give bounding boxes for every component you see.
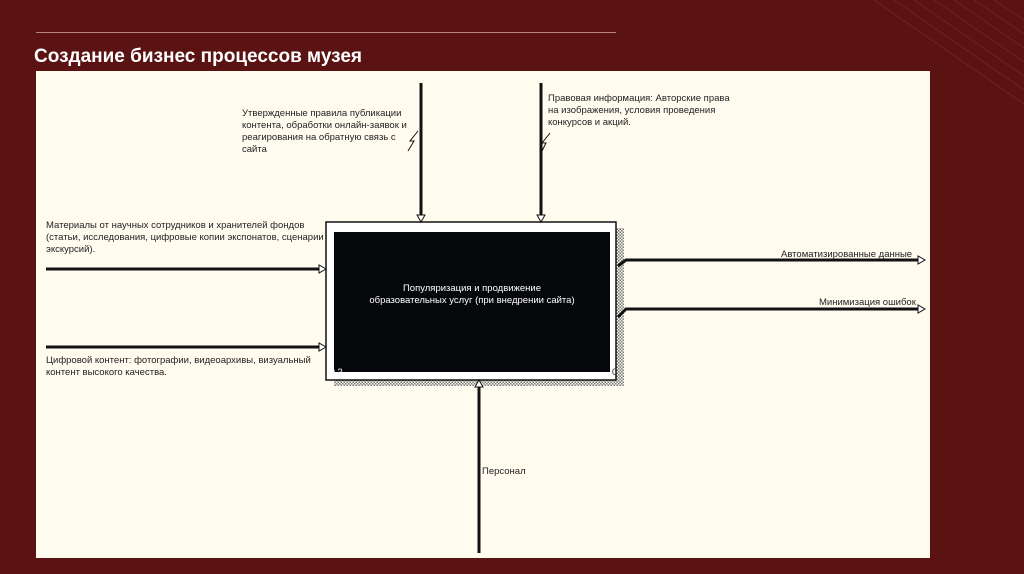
process-label: Популяризация и продвижение образователь… xyxy=(352,283,592,307)
process-corner-left: 0 ? xyxy=(330,367,343,377)
output-label-1: Автоматизированные данные xyxy=(781,249,913,260)
control-label-2-line-1: Правовая информация: Авторские права xyxy=(548,93,730,104)
arrowhead-output-1 xyxy=(917,255,927,265)
title-rule xyxy=(36,32,616,33)
slide-title: Создание бизнес процессов музея xyxy=(34,46,363,67)
control-label-1-line-1: Утвержденные правила публикации xyxy=(242,108,402,119)
control-label-1-line-2: контента, обработки онлайн-заявок и xyxy=(242,120,407,131)
idef0-diagram: Утвержденные правила публикации контента… xyxy=(36,71,930,558)
process-label-line-2: образовательных услуг (при внедрении сай… xyxy=(369,295,575,306)
control-label-2-line-2: на изображения, условия проведения xyxy=(548,105,716,116)
input-label-1-line-1: Материалы от научных сотрудников и храни… xyxy=(46,220,305,231)
control-label-1-line-3: реагирования на обратную связь с xyxy=(242,132,396,143)
squiggle-control-1 xyxy=(407,130,419,152)
control-label-2: Правовая информация: Авторские права на … xyxy=(548,93,730,129)
input-label-1: Материалы от научных сотрудников и храни… xyxy=(46,220,324,256)
arrowhead-input-2 xyxy=(318,342,328,352)
arrowhead-input-1 xyxy=(318,264,328,274)
input-label-2-line-1: Цифровой контент: фотографии, видеоархив… xyxy=(46,355,311,366)
process-label-line-1: Популяризация и продвижение xyxy=(402,283,542,294)
arrowhead-control-2 xyxy=(536,214,546,224)
process-corner-right: 0 xyxy=(612,367,618,377)
arrowhead-output-2 xyxy=(917,304,927,314)
arrowhead-control-1 xyxy=(416,214,426,224)
mechanism-label: Персонал xyxy=(482,466,526,477)
input-label-2-line-2: контент высокого качества. xyxy=(46,367,167,378)
control-label-1-line-4: сайта xyxy=(242,144,267,155)
input-label-2: Цифровой контент: фотографии, видеоархив… xyxy=(46,355,311,379)
control-label-1: Утвержденные правила публикации контента… xyxy=(242,108,407,156)
output-label-2: Минимизация ошибок xyxy=(819,297,916,308)
input-label-1-line-2: (статьи, исследования, цифровые копии эк… xyxy=(46,232,324,243)
diagram-graphics xyxy=(46,83,927,553)
output-arrow-2[interactable] xyxy=(616,307,920,319)
control-label-2-line-3: конкурсов и акций. xyxy=(548,117,631,128)
input-label-1-line-3: экскурсий). xyxy=(46,244,96,255)
